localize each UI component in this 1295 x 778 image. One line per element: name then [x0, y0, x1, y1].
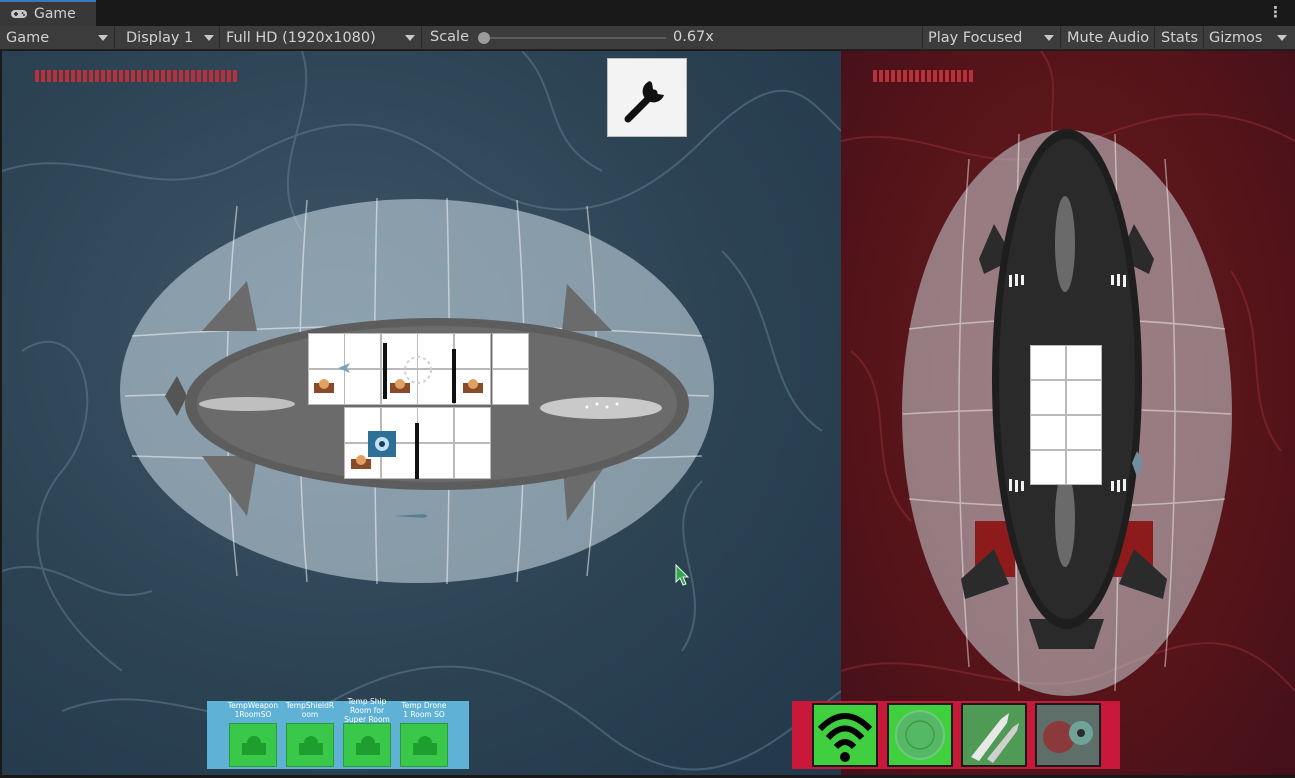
chevron-down-icon — [405, 35, 415, 41]
game-toolbar: Game Display 1 Full HD (1920x1080) Scale… — [0, 26, 1295, 50]
stats-label: Stats — [1161, 30, 1199, 46]
game-viewport[interactable]: TempWeapon 1RoomSO TempShieldR oom Temp … — [2, 51, 1295, 775]
resolution-dropdown[interactable]: Full HD (1920x1080) — [221, 26, 422, 50]
gamepad-icon — [11, 10, 27, 18]
palette-item-slot[interactable] — [286, 723, 334, 767]
chevron-down-icon — [1277, 35, 1287, 41]
tab-game[interactable]: Game — [0, 0, 96, 26]
chevron-down-icon — [98, 35, 108, 41]
scale-slider-track[interactable] — [484, 37, 666, 39]
display-dropdown[interactable]: Display 1 — [118, 26, 220, 50]
palette-item-label: TempShieldR oom — [285, 701, 335, 719]
gizmos-label: Gizmos — [1209, 30, 1263, 46]
turret-icon — [314, 379, 334, 393]
ability-shield[interactable] — [887, 703, 953, 767]
shield-core-icon — [404, 356, 432, 384]
room-cell[interactable] — [492, 369, 529, 405]
resolution-label: Full HD (1920x1080) — [226, 30, 376, 46]
mute-audio-label: Mute Audio — [1067, 30, 1150, 46]
creature-icon — [1043, 721, 1093, 753]
chevron-down-icon — [1044, 35, 1054, 41]
play-mode-label: Play Focused — [928, 30, 1023, 46]
palette-item-drone-room[interactable]: Temp Drone 1 Room SO — [398, 701, 450, 769]
play-mode-dropdown[interactable]: Play Focused — [922, 26, 1061, 50]
ability-creature[interactable] — [1035, 703, 1101, 767]
room-palette: TempWeapon 1RoomSO TempShieldR oom Temp … — [207, 697, 469, 769]
room-cell[interactable] — [454, 407, 491, 443]
palette-item-slot[interactable] — [229, 723, 277, 767]
palette-item-label: TempWeapon 1RoomSO — [227, 701, 279, 719]
turret-icon — [242, 736, 266, 755]
stats-button[interactable]: Stats — [1156, 26, 1204, 50]
scale-label: Scale — [430, 29, 470, 45]
build-mode-button[interactable] — [607, 58, 687, 137]
mouse-cursor — [675, 564, 690, 586]
enemy-health-bar — [873, 70, 974, 82]
tab-label: Game — [34, 6, 76, 22]
signal-icon — [817, 713, 873, 762]
palette-item-super-room[interactable]: Temp Ship Room for Super Room — [341, 697, 393, 769]
turret-icon — [356, 736, 380, 755]
drone-icon — [394, 514, 428, 518]
room-wall — [383, 343, 387, 399]
palette-item-label: Temp Drone 1 Room SO — [401, 701, 447, 719]
mute-audio-button[interactable]: Mute Audio — [1062, 26, 1155, 50]
palette-item-label: Temp Ship Room for Super Room — [344, 697, 390, 724]
view-mode-label: Game — [6, 30, 50, 46]
enemy-room-cell[interactable] — [1030, 345, 1066, 380]
scale-slider-thumb[interactable] — [478, 32, 490, 44]
enemy-room-cell[interactable] — [1030, 415, 1066, 450]
room-cell[interactable] — [454, 443, 491, 479]
enemy-room-cell[interactable] — [1066, 380, 1102, 415]
palette-item-weapon-room[interactable]: TempWeapon 1RoomSO — [227, 701, 279, 769]
turret-icon — [299, 736, 323, 755]
room-cell[interactable] — [454, 333, 491, 369]
tab-bar: Game ⋮ — [0, 0, 1295, 26]
missile-icon — [971, 713, 1019, 763]
wrench-icon — [624, 80, 664, 122]
palette-item-slot[interactable] — [400, 723, 448, 767]
shield-orb-icon — [895, 710, 945, 760]
room-wall — [415, 423, 419, 479]
turret-icon — [413, 736, 437, 755]
small-drone-icon — [338, 363, 350, 373]
room-cell[interactable] — [417, 443, 454, 479]
palette-item-shield-room[interactable]: TempShieldR oom — [284, 701, 336, 769]
ability-bar — [792, 701, 1120, 769]
ability-missile[interactable] — [961, 703, 1027, 767]
turret-icon — [463, 379, 483, 393]
room-wall — [452, 349, 456, 403]
player-health-bar — [35, 70, 237, 82]
scale-value: 0.67x — [673, 29, 714, 45]
chevron-down-icon — [204, 35, 214, 41]
more-options-icon[interactable]: ⋮ — [1268, 3, 1283, 21]
room-cell[interactable] — [492, 333, 529, 369]
drone-module-icon — [368, 431, 396, 457]
enemy-room-cell[interactable] — [1066, 415, 1102, 450]
enemy-room-cell[interactable] — [1030, 450, 1066, 485]
player-area: TempWeapon 1RoomSO TempShieldR oom Temp … — [2, 51, 841, 775]
view-mode-dropdown[interactable]: Game — [0, 26, 115, 50]
enemy-room-cell[interactable] — [1066, 345, 1102, 380]
enemy-room-cell[interactable] — [1066, 450, 1102, 485]
palette-item-slot[interactable] — [343, 723, 391, 767]
enemy-area — [841, 51, 1295, 775]
enemy-room-cell[interactable] — [1030, 380, 1066, 415]
ability-signal[interactable] — [812, 703, 878, 767]
gizmos-dropdown[interactable]: Gizmos — [1205, 26, 1295, 50]
room-cell[interactable] — [417, 407, 454, 443]
display-label: Display 1 — [126, 30, 194, 46]
